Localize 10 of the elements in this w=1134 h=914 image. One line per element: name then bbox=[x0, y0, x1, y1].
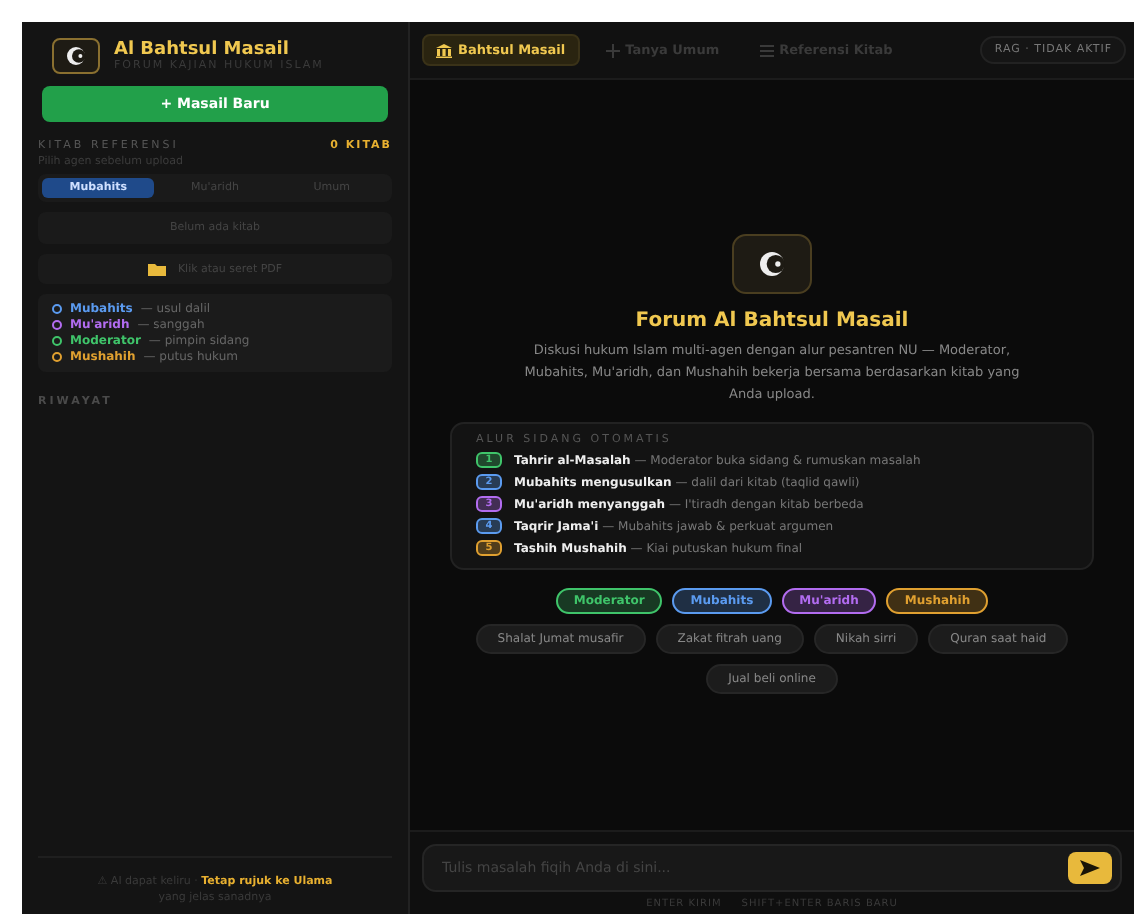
crescent-logo-icon bbox=[52, 38, 100, 74]
plus-icon bbox=[605, 43, 620, 57]
building-icon bbox=[436, 43, 452, 57]
list-icon bbox=[759, 43, 774, 57]
crescent-logo-icon bbox=[732, 234, 812, 294]
folder-icon bbox=[147, 262, 166, 276]
send-button[interactable] bbox=[1068, 852, 1112, 884]
app-title: Al Bahtsul Masail bbox=[114, 40, 289, 60]
hero-title: Forum Al Bahtsul Masail bbox=[635, 310, 909, 332]
send-icon bbox=[1080, 860, 1100, 876]
